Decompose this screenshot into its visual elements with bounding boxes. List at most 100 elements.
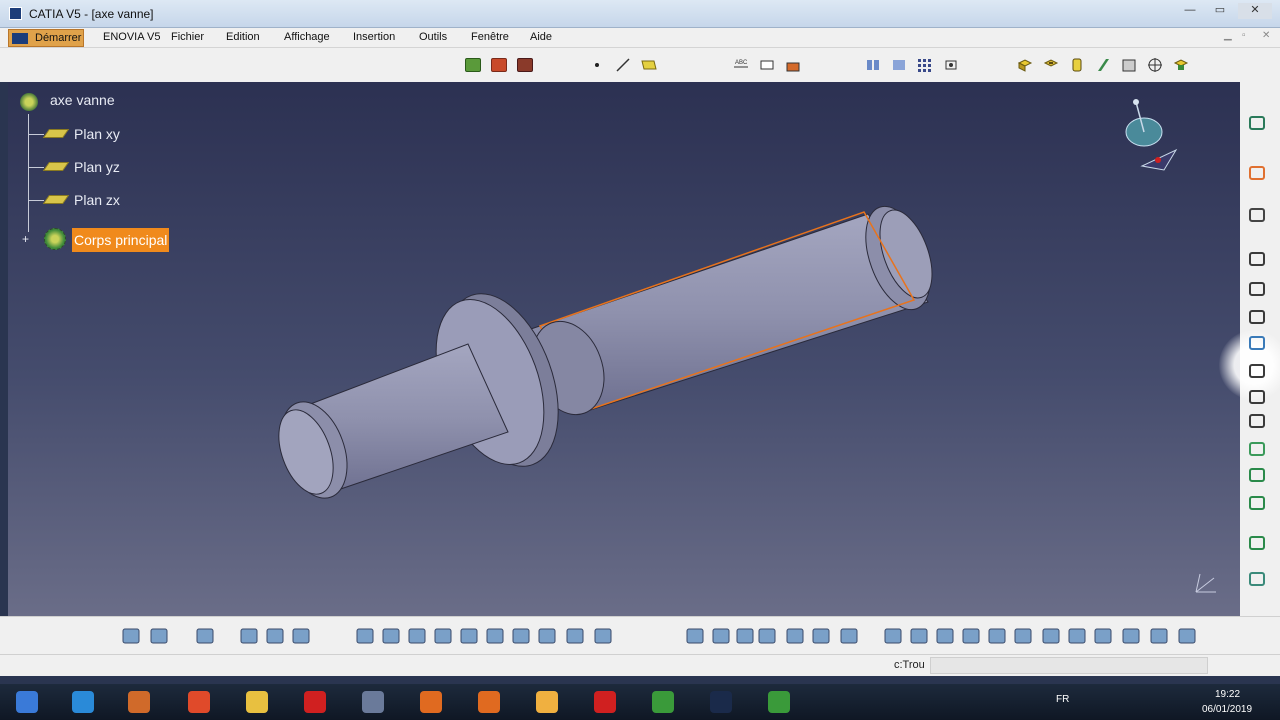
fit-all-icon[interactable] [194,625,216,647]
language-indicator[interactable]: FR [1056,694,1069,705]
pan-icon[interactable] [908,625,930,647]
doc-minimize-button[interactable]: ▁ [1224,30,1232,41]
redo-icon[interactable] [564,625,586,647]
pocket-icon[interactable] [1040,54,1062,76]
menu-insertion[interactable]: Insertion [353,31,395,43]
rib-icon[interactable] [1144,54,1166,76]
windows-start-icon[interactable] [2,686,52,718]
apply-material-icon[interactable] [782,54,804,76]
iso-view-icon[interactable] [1040,625,1062,647]
dimension-icon[interactable] [888,54,910,76]
fly-mode-icon[interactable] [838,625,860,647]
sketcher-icon[interactable] [1248,206,1266,224]
menu-fichier[interactable]: Fichier [171,31,204,43]
internet-explorer-icon[interactable] [58,686,108,718]
slot-icon[interactable] [1170,54,1192,76]
print-icon[interactable] [432,625,454,647]
chrome-canary-icon[interactable] [522,686,572,718]
constraints-icon[interactable] [862,54,884,76]
open-icon[interactable] [380,625,402,647]
doc-restore-button[interactable]: ▫ [1242,30,1246,41]
menu-fenetre[interactable]: Fenêtre [471,31,509,43]
camtasia-icon[interactable] [638,686,688,718]
slot-icon[interactable] [1248,412,1266,430]
law-icon[interactable] [734,625,756,647]
plane-icon[interactable] [638,54,660,76]
hole-icon[interactable] [1118,54,1140,76]
catia-icon[interactable] [696,686,746,718]
line-icon[interactable] [612,54,634,76]
minimize-button[interactable]: — [1176,3,1204,19]
camtasia-icon[interactable] [754,686,804,718]
maximize-button[interactable]: ▭ [1206,3,1234,19]
normal-view-icon[interactable] [1012,625,1034,647]
measure-icon[interactable]: ABC [730,54,752,76]
menu-enovia[interactable]: ENOVIA V5 [103,31,160,43]
new-icon[interactable] [354,625,376,647]
clock-date[interactable]: 06/01/2019 [1202,704,1252,715]
rotate-icon[interactable] [934,625,956,647]
pad-icon[interactable] [1014,54,1036,76]
multi-section-icon[interactable] [1248,494,1266,512]
firefox-icon[interactable] [406,686,456,718]
shaft-icon[interactable] [1066,54,1088,76]
swap-visible-space-icon[interactable] [1148,625,1170,647]
copy-icon[interactable] [484,625,506,647]
save-icon[interactable] [406,625,428,647]
menu-affichage[interactable]: Affichage [284,31,330,43]
removed-multi-section-icon[interactable] [1248,534,1266,552]
select-arrow-icon[interactable] [1248,164,1266,182]
formula-icon[interactable] [684,625,706,647]
media-player-icon[interactable] [114,686,164,718]
grid-icon[interactable] [914,54,936,76]
rib-icon[interactable] [1248,388,1266,406]
part-model[interactable] [8,82,1240,616]
catalog-icon[interactable] [148,625,170,647]
apply-material-icon[interactable] [120,625,142,647]
sketch-group-icon[interactable] [488,54,510,76]
file-explorer-icon[interactable] [232,686,282,718]
pan-icon[interactable] [238,625,260,647]
3d-viewport[interactable]: axe vanne Plan xy Plan yz Plan zx + Corp… [8,82,1240,616]
menu-outils[interactable]: Outils [419,31,447,43]
close-button[interactable]: ✕ [1238,3,1272,19]
menu-edition[interactable]: Edition [226,31,260,43]
menu-demarrer[interactable]: Démarrer [8,29,84,47]
undo-icon[interactable] [536,625,558,647]
sketch-group-icon[interactable] [462,54,484,76]
shaft-icon[interactable] [1248,308,1266,326]
groove-icon[interactable] [1092,54,1114,76]
pocket-icon[interactable] [1248,280,1266,298]
rotate-icon[interactable] [264,625,286,647]
chrome-icon[interactable] [174,686,224,718]
stiffener-icon[interactable] [1248,440,1266,458]
knowledge-icon[interactable] [710,625,732,647]
cut-icon[interactable] [458,625,480,647]
menu-aide[interactable]: Aide [530,31,552,43]
parameter-icon[interactable] [784,625,806,647]
command-input[interactable] [930,657,1208,674]
fit-all-in-icon[interactable] [882,625,904,647]
doc-close-button[interactable]: ✕ [1262,30,1270,41]
gear-icon[interactable] [1248,114,1266,132]
sketch-group-icon[interactable] [514,54,536,76]
point-icon[interactable] [586,54,608,76]
notepad-icon[interactable] [348,686,398,718]
pad-icon[interactable] [1248,250,1266,268]
annotation-icon[interactable] [756,54,778,76]
solid-combine-icon[interactable] [1248,466,1266,484]
acrobat-icon[interactable] [580,686,630,718]
hide-show-icon[interactable] [1120,625,1142,647]
whats-this-icon[interactable] [592,625,614,647]
catalog-browser-icon[interactable] [810,625,832,647]
table-icon[interactable] [756,625,778,647]
zoom-in-icon[interactable] [960,625,982,647]
layer-icon[interactable] [1248,570,1266,588]
opera-icon[interactable] [290,686,340,718]
groove-icon[interactable] [1248,334,1266,352]
clock-time[interactable]: 19:22 [1215,689,1240,700]
firefox-icon[interactable] [464,686,514,718]
snap-icon[interactable] [940,54,962,76]
zoom-out-icon[interactable] [986,625,1008,647]
hole-icon[interactable] [1248,362,1266,380]
